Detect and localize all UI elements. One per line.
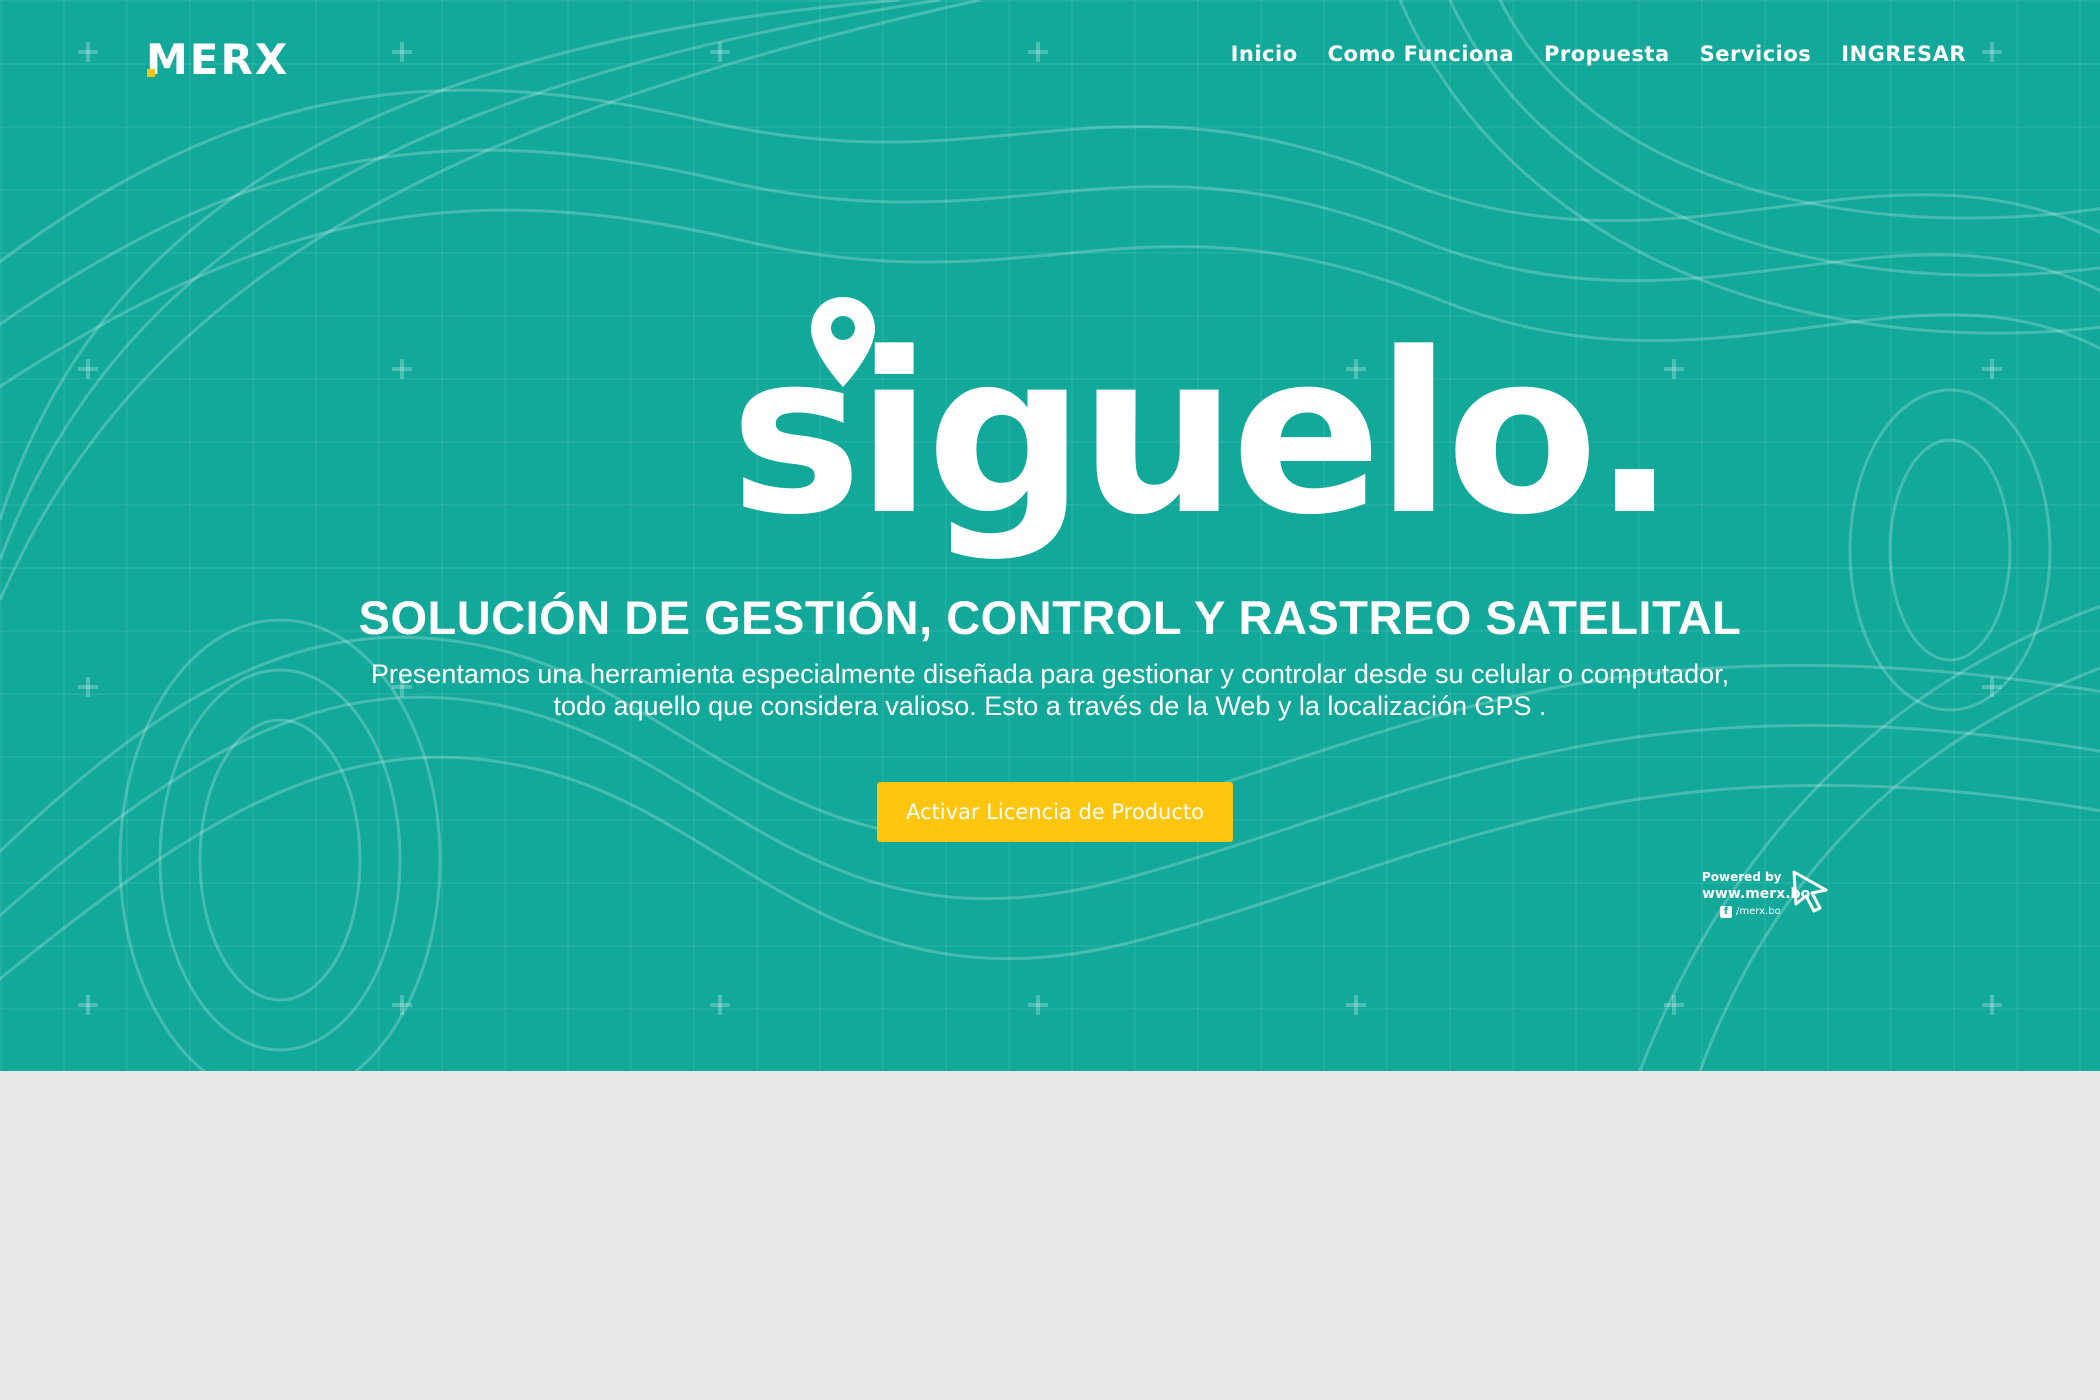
hero-description: Presentamos una herramienta especialment… xyxy=(0,658,2100,722)
nav-item-propuesta[interactable]: Propuesta xyxy=(1544,42,1670,66)
hero-description-line-2: todo aquello que considera valioso. Esto… xyxy=(553,691,1547,721)
facebook-icon: f xyxy=(1720,906,1732,918)
merx-logo[interactable]: MERX xyxy=(146,38,289,82)
hero-headline: SOLUCIÓN DE GESTIÓN, CONTROL Y RASTREO S… xyxy=(358,591,1742,644)
siguelo-logo: siguelo. xyxy=(730,295,1677,565)
location-pin-icon xyxy=(811,297,875,387)
nav-item-inicio[interactable]: Inicio xyxy=(1231,42,1298,66)
logo-accent-dot xyxy=(147,69,155,77)
hero-description-line-1: Presentamos una herramienta especialment… xyxy=(370,659,1730,689)
powered-by-label: Powered by xyxy=(1702,870,1782,884)
activate-license-button[interactable]: Activar Licencia de Producto xyxy=(877,782,1233,842)
hero-section: MERX Inicio Como Funciona Propuesta Serv… xyxy=(0,0,2100,1071)
cursor-icon xyxy=(1792,870,1828,913)
nav-item-servicios[interactable]: Servicios xyxy=(1700,42,1812,66)
powered-by-facebook: /merx.bo xyxy=(1736,906,1781,917)
nav-item-como-funciona[interactable]: Como Funciona xyxy=(1328,42,1514,66)
nav-item-ingresar[interactable]: INGRESAR xyxy=(1841,42,1966,66)
lower-section xyxy=(0,1071,2100,1400)
top-navbar: MERX Inicio Como Funciona Propuesta Serv… xyxy=(0,0,2100,120)
nav-menu: Inicio Como Funciona Propuesta Servicios… xyxy=(1231,42,1966,66)
